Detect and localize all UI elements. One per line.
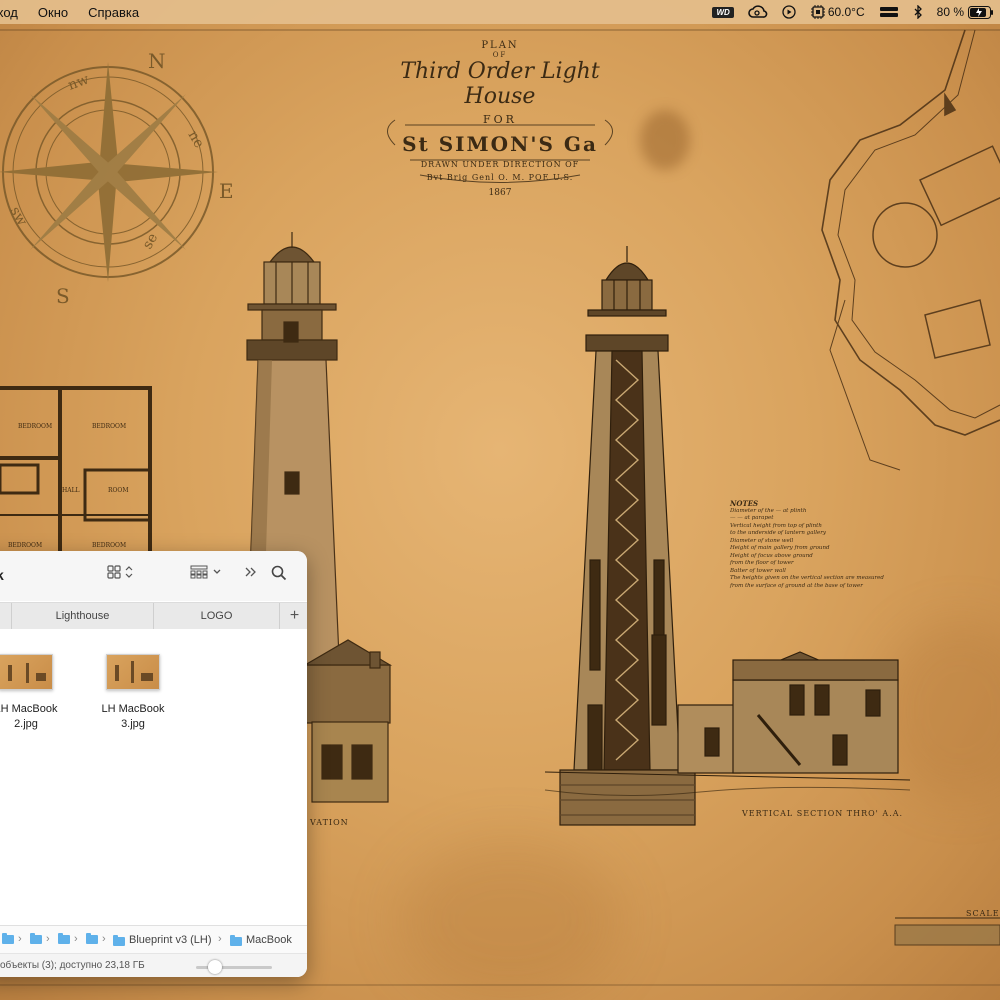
path-folder[interactable] bbox=[2, 933, 14, 944]
scale-caption: SCALE bbox=[966, 909, 1000, 918]
search-button[interactable] bbox=[271, 565, 287, 581]
note-line: Height of focus above ground bbox=[730, 552, 813, 559]
floor-plan bbox=[0, 386, 152, 560]
tab-lighthouse[interactable]: Lighthouse bbox=[12, 603, 154, 629]
svg-text:BEDROOM: BEDROOM bbox=[92, 423, 126, 430]
blueprint-notes: NOTES Diameter of the — at plinth — — at… bbox=[730, 500, 900, 590]
icon-size-slider-knob[interactable] bbox=[208, 960, 223, 974]
blueprint-title: PLAN OF Third Order Light House FOR St S… bbox=[380, 40, 620, 198]
svg-text:ne: ne bbox=[185, 128, 208, 151]
blueprint-for: FOR bbox=[483, 113, 517, 126]
folder-icon bbox=[113, 934, 125, 946]
finder-tab-bar: Lighthouse LOGO + bbox=[0, 602, 307, 630]
folder-icon bbox=[230, 934, 242, 946]
note-line: The heights given on the vertical sectio… bbox=[730, 575, 884, 581]
path-bar: › › › › Blueprint v3 (LH) › MacBook bbox=[0, 925, 307, 954]
blueprint-location: St SIMON'S Ga bbox=[402, 132, 598, 156]
path-folder-blueprint[interactable]: Blueprint v3 (LH) bbox=[113, 934, 212, 946]
window-title: k bbox=[0, 567, 4, 583]
file-item[interactable]: LH MacBook 2.jpg bbox=[0, 654, 71, 732]
note-line: from the floor of tower bbox=[730, 560, 794, 566]
note-line: Batter of tower wall bbox=[730, 567, 786, 574]
folder-icon bbox=[58, 933, 70, 944]
path-folder[interactable] bbox=[86, 933, 98, 944]
notes-heading: NOTES bbox=[730, 499, 759, 508]
file-name: LH MacBook 2.jpg bbox=[0, 702, 71, 732]
file-thumbnail bbox=[106, 654, 160, 690]
path-separator: › bbox=[74, 933, 78, 945]
svg-text:se: se bbox=[140, 231, 162, 252]
note-line: Diameter of stone well bbox=[730, 537, 794, 544]
svg-text:BEDROOM: BEDROOM bbox=[8, 542, 42, 549]
note-line: from the surface of ground at the base o… bbox=[730, 582, 863, 589]
svg-text:BEDROOM: BEDROOM bbox=[18, 423, 52, 430]
compass-rose bbox=[0, 62, 218, 282]
path-separator: › bbox=[102, 933, 106, 945]
file-thumbnail bbox=[0, 654, 53, 690]
status-text: объекты (3); доступно 23,18 ГБ bbox=[0, 960, 145, 971]
file-item[interactable]: LH MacBook 3.jpg bbox=[88, 654, 178, 732]
file-grid: LH MacBook 2.jpg LH MacBook 3.jpg bbox=[0, 629, 307, 925]
path-folder[interactable] bbox=[58, 933, 70, 944]
blueprint-plan: PLAN bbox=[481, 40, 519, 51]
svg-text:HALL: HALL bbox=[62, 487, 80, 494]
scale-bar bbox=[894, 917, 1000, 946]
vertical-section-caption: VERTICAL SECTION THRO' A.A. bbox=[742, 809, 904, 818]
folder-icon bbox=[30, 933, 42, 944]
file-name-line: LH MacBook bbox=[101, 703, 165, 715]
path-separator: › bbox=[18, 933, 22, 945]
note-line: — — at parapet bbox=[730, 515, 774, 521]
folder-icon bbox=[2, 933, 14, 944]
file-name-line: 3.jpg bbox=[121, 718, 145, 730]
file-name-line: LH MacBook bbox=[0, 703, 58, 715]
path-separator: › bbox=[46, 933, 50, 945]
folder-icon bbox=[86, 933, 98, 944]
note-line: Height of main gallery from ground bbox=[730, 545, 830, 551]
grid-icon bbox=[107, 565, 121, 579]
svg-text:S: S bbox=[56, 284, 70, 308]
blueprint-of: OF bbox=[492, 51, 508, 59]
finder-toolbar: k bbox=[0, 551, 307, 601]
group-button[interactable] bbox=[190, 565, 222, 579]
blueprint-heading: Third Order Light House bbox=[400, 59, 600, 109]
path-folder-label: Blueprint v3 (LH) bbox=[129, 934, 212, 946]
svg-text:E: E bbox=[219, 179, 234, 203]
chevron-down-icon bbox=[213, 569, 221, 574]
tab-logo[interactable]: LOGO bbox=[154, 603, 280, 629]
note-line: Diameter of the — at plinth bbox=[730, 507, 807, 514]
blueprint-officer: Bvt Brig Genl O. M. POE U.S. bbox=[426, 173, 574, 182]
elevation-caption: VATION bbox=[310, 818, 349, 827]
note-line: Vertical height from top of plinth bbox=[730, 522, 822, 529]
file-name: LH MacBook 3.jpg bbox=[88, 702, 178, 732]
path-separator: › bbox=[218, 933, 222, 945]
finder-window: k Lighthouse LOGO + LH Mac bbox=[0, 551, 307, 977]
tab-previous[interactable] bbox=[0, 603, 12, 629]
chevron-updown-icon bbox=[125, 566, 133, 578]
status-bar: объекты (3); доступно 23,18 ГБ bbox=[0, 953, 307, 977]
path-folder-label: MacBook bbox=[246, 934, 292, 946]
group-grid-icon bbox=[190, 565, 208, 579]
blueprint-year: 1867 bbox=[488, 188, 512, 198]
island-map bbox=[821, 29, 1000, 471]
file-name-line: 2.jpg bbox=[14, 718, 38, 730]
path-folder-macbook[interactable]: MacBook bbox=[230, 934, 292, 946]
note-line: to the underside of lantern gallery bbox=[730, 530, 826, 536]
more-toolbar-button[interactable] bbox=[244, 565, 258, 579]
blueprint-drawn: DRAWN UNDER DIRECTION OF bbox=[420, 160, 580, 169]
search-icon bbox=[271, 565, 287, 581]
view-mode-button[interactable] bbox=[107, 565, 134, 579]
svg-text:BEDROOM: BEDROOM bbox=[92, 542, 126, 549]
double-chevron-icon bbox=[245, 567, 256, 577]
svg-text:N: N bbox=[148, 49, 166, 73]
path-folder[interactable] bbox=[30, 933, 42, 944]
svg-text:ROOM: ROOM bbox=[108, 487, 129, 494]
new-tab-button[interactable]: + bbox=[282, 603, 307, 629]
